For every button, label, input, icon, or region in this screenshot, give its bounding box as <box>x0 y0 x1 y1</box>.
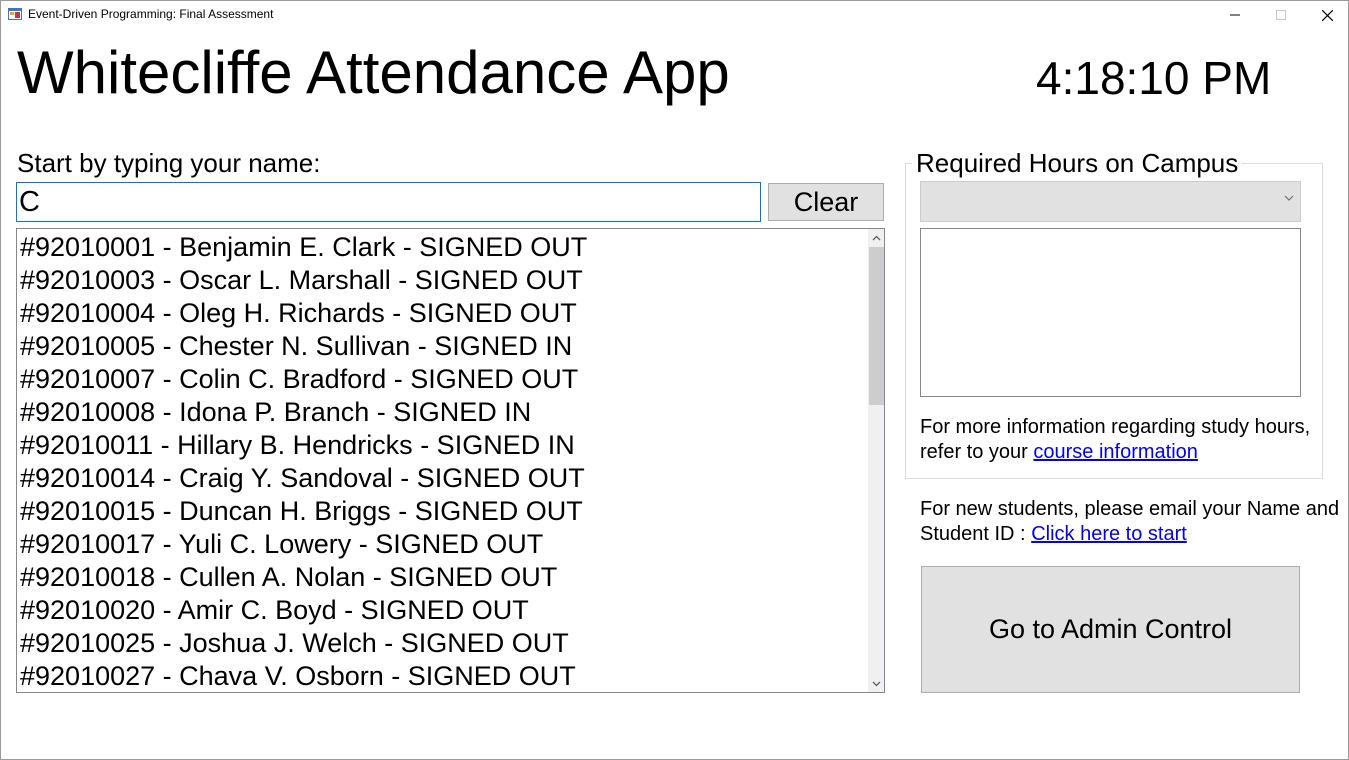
list-item[interactable]: #92010008 - Idona P. Branch - SIGNED IN <box>20 396 531 429</box>
student-listbox[interactable]: #92010001 - Benjamin E. Clark - SIGNED O… <box>16 228 885 693</box>
list-scrollbar[interactable] <box>868 229 884 692</box>
click-here-to-start-link[interactable]: Click here to start <box>1031 523 1187 545</box>
chevron-down-icon <box>1284 195 1294 201</box>
app-title: Whitecliffe Attendance App <box>17 39 730 106</box>
study-hours-info: For more information regarding study hou… <box>920 415 1320 465</box>
list-item[interactable]: #92010001 - Benjamin E. Clark - SIGNED O… <box>20 231 587 264</box>
list-item[interactable]: #92010017 - Yuli C. Lowery - SIGNED OUT <box>20 528 543 561</box>
list-item[interactable]: #92010007 - Colin C. Bradford - SIGNED O… <box>20 363 578 396</box>
list-item[interactable]: #92010020 - Amir C. Boyd - SIGNED OUT <box>20 594 529 627</box>
window-title: Event-Driven Programming: Final Assessme… <box>28 7 274 21</box>
minimize-button[interactable] <box>1212 0 1258 30</box>
maximize-button[interactable] <box>1258 0 1304 30</box>
hours-details-textbox[interactable] <box>920 228 1301 397</box>
name-prompt-label: Start by typing your name: <box>17 148 321 178</box>
clear-button[interactable]: Clear <box>768 183 884 221</box>
list-item[interactable]: #92010004 - Oleg H. Richards - SIGNED OU… <box>20 297 577 330</box>
required-hours-label: Required Hours on Campus <box>912 148 1243 179</box>
list-item[interactable]: #92010027 - Chava V. Osborn - SIGNED OUT <box>20 660 576 692</box>
clock-label: 4:18:10 PM <box>1036 52 1272 104</box>
list-item[interactable]: #92010014 - Craig Y. Sandoval - SIGNED O… <box>20 462 585 495</box>
close-icon <box>1321 9 1333 21</box>
minimize-icon <box>1230 14 1240 16</box>
list-item[interactable]: #92010015 - Duncan H. Briggs - SIGNED OU… <box>20 495 583 528</box>
list-item[interactable]: #92010025 - Joshua J. Welch - SIGNED OUT <box>20 627 569 660</box>
list-item[interactable]: #92010003 - Oscar L. Marshall - SIGNED O… <box>20 264 583 297</box>
hours-dropdown[interactable] <box>920 181 1301 222</box>
admin-control-button[interactable]: Go to Admin Control <box>921 566 1300 693</box>
scroll-thumb[interactable] <box>869 247 884 405</box>
maximize-icon <box>1276 10 1286 20</box>
close-button[interactable] <box>1304 0 1349 30</box>
list-item[interactable]: #92010005 - Chester N. Sullivan - SIGNED… <box>20 330 572 363</box>
winforms-app-icon <box>8 8 22 20</box>
name-search-input[interactable] <box>16 182 761 222</box>
new-students-info: For new students, please email your Name… <box>920 497 1340 547</box>
chevron-up-icon <box>872 235 881 240</box>
chevron-down-icon <box>872 681 881 686</box>
list-item[interactable]: #92010011 - Hillary B. Hendricks - SIGNE… <box>20 429 575 462</box>
scroll-up-button[interactable] <box>868 229 884 246</box>
course-information-link[interactable]: course information <box>1033 441 1198 463</box>
list-item[interactable]: #92010018 - Cullen A. Nolan - SIGNED OUT <box>20 561 557 594</box>
scroll-down-button[interactable] <box>868 675 884 692</box>
title-bar: Event-Driven Programming: Final Assessme… <box>0 0 1349 30</box>
